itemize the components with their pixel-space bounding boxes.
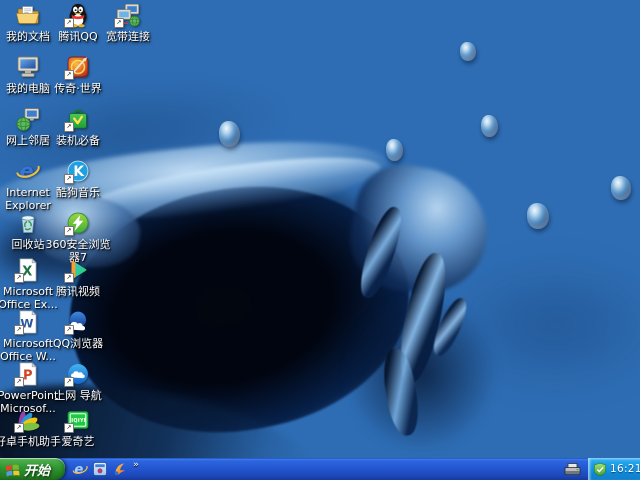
icon-label: 酷狗音乐 <box>56 186 100 199</box>
web-navigation-icon: ↗ <box>64 361 91 387</box>
water-droplet <box>481 115 498 137</box>
shortcut-arrow-badge: ↗ <box>14 325 24 335</box>
desktop-icon-excel[interactable]: X ↗ Microsoft Office Ex... <box>0 257 58 311</box>
desktop-icon-360-browser[interactable]: ↗ 360安全浏览 器7 <box>46 210 111 264</box>
windows-logo-icon <box>5 464 20 477</box>
shortcut-arrow-badge: ↗ <box>64 226 74 236</box>
kugou-music-icon: K ↗ <box>64 158 91 184</box>
desktop-icon-essential-software[interactable]: ↗ 装机必备 <box>50 106 106 147</box>
recycle-bin-icon <box>15 210 41 236</box>
water-droplet <box>527 203 549 229</box>
powerpoint-icon: P ↗ <box>14 361 41 387</box>
360-safe-browser-icon: ↗ <box>64 210 91 236</box>
start-button[interactable]: 开始 <box>0 458 66 480</box>
desktop-icon-iqiyi[interactable]: IQIYI ↗ 爱奇艺 <box>50 407 106 448</box>
desktop-icon-web-navigation[interactable]: ↗ 上网 导航 <box>50 361 106 402</box>
shortcut-arrow-badge: ↗ <box>114 18 124 28</box>
blue-window-app-icon[interactable] <box>91 461 108 478</box>
kugou-letter: K <box>73 164 85 180</box>
my-computer-icon <box>15 54 41 80</box>
shortcut-arrow-badge: ↗ <box>64 174 74 184</box>
icon-label: 腾讯视频 <box>56 285 100 298</box>
icon-label: 宽带连接 <box>106 30 150 43</box>
shortcut-arrow-badge: ↗ <box>14 423 24 433</box>
icon-label: 爱奇艺 <box>61 435 95 448</box>
icon-label: QQ浏览器 <box>52 337 104 350</box>
internet-explorer-icon: e <box>15 158 41 184</box>
desktop-icon-broadband-connection[interactable]: ↗ 宽带连接 <box>100 2 156 43</box>
quick-launch-bar: e » <box>67 458 139 480</box>
orange-swoosh-app-icon[interactable] <box>111 461 128 478</box>
broadband-connection-icon: ↗ <box>114 2 141 28</box>
ie-letter: e <box>20 159 34 183</box>
my-documents-icon <box>15 2 41 28</box>
printer-icon[interactable] <box>564 462 581 476</box>
desktop-icon-qq-browser[interactable]: ↗ QQ浏览器 <box>50 309 106 350</box>
qq-browser-icon: ↗ <box>64 309 91 335</box>
legend-world-game-icon: ↗ <box>64 54 91 80</box>
icon-label: 装机必备 <box>56 134 100 147</box>
shortcut-arrow-badge: ↗ <box>14 273 24 283</box>
ie-quick-letter: e <box>74 463 83 477</box>
shortcut-arrow-badge: ↗ <box>64 122 74 132</box>
tencent-video-icon: ↗ <box>64 257 91 283</box>
haozhuo-phone-assistant-icon: ↗ <box>14 407 41 433</box>
essential-software-bag-icon: ↗ <box>64 106 91 132</box>
internet-explorer-icon[interactable]: e <box>71 461 88 478</box>
desktop-icon-kugou-music[interactable]: K ↗ 酷狗音乐 <box>50 158 106 199</box>
tray-clock[interactable]: 16:21 <box>610 463 640 475</box>
shortcut-arrow-badge: ↗ <box>64 423 74 433</box>
shortcut-arrow-badge: ↗ <box>14 377 24 387</box>
icon-label: 上网 导航 <box>54 389 102 402</box>
desktop-icon-tencent-video[interactable]: ↗ 腾讯视频 <box>50 257 106 298</box>
water-droplet <box>611 176 631 200</box>
network-places-icon <box>15 106 41 132</box>
start-button-label: 开始 <box>24 463 51 479</box>
taskbar: 开始 e » 16:21 <box>0 458 640 480</box>
shortcut-arrow-badge: ↗ <box>64 70 74 80</box>
green-shield-icon[interactable] <box>593 462 607 477</box>
shortcut-arrow-badge: ↗ <box>64 325 74 335</box>
shortcut-arrow-badge: ↗ <box>64 273 74 283</box>
water-droplet <box>460 42 476 61</box>
desktop-icon-legend-world[interactable]: ↗ 传奇·世界 <box>50 54 106 95</box>
water-droplet <box>386 139 403 161</box>
system-tray: 16:21 <box>588 458 640 480</box>
word-icon: W ↗ <box>14 309 41 335</box>
iqiyi-icon: IQIYI ↗ <box>64 407 91 433</box>
water-droplet <box>219 121 240 147</box>
shortcut-arrow-badge: ↗ <box>64 377 74 387</box>
excel-icon: X ↗ <box>14 257 41 283</box>
desktop-icon-internet-explorer[interactable]: e Internet Explorer <box>0 158 56 212</box>
tencent-qq-icon: ↗ <box>64 2 91 28</box>
powerpoint-letter: P <box>23 368 33 383</box>
icon-label: 传奇·世界 <box>54 82 102 95</box>
desktop-icon-word[interactable]: W ↗ Microsoft Office W... <box>0 309 56 363</box>
quick-launch-overflow-chevron[interactable]: » <box>133 460 139 470</box>
shortcut-arrow-badge: ↗ <box>64 18 74 28</box>
